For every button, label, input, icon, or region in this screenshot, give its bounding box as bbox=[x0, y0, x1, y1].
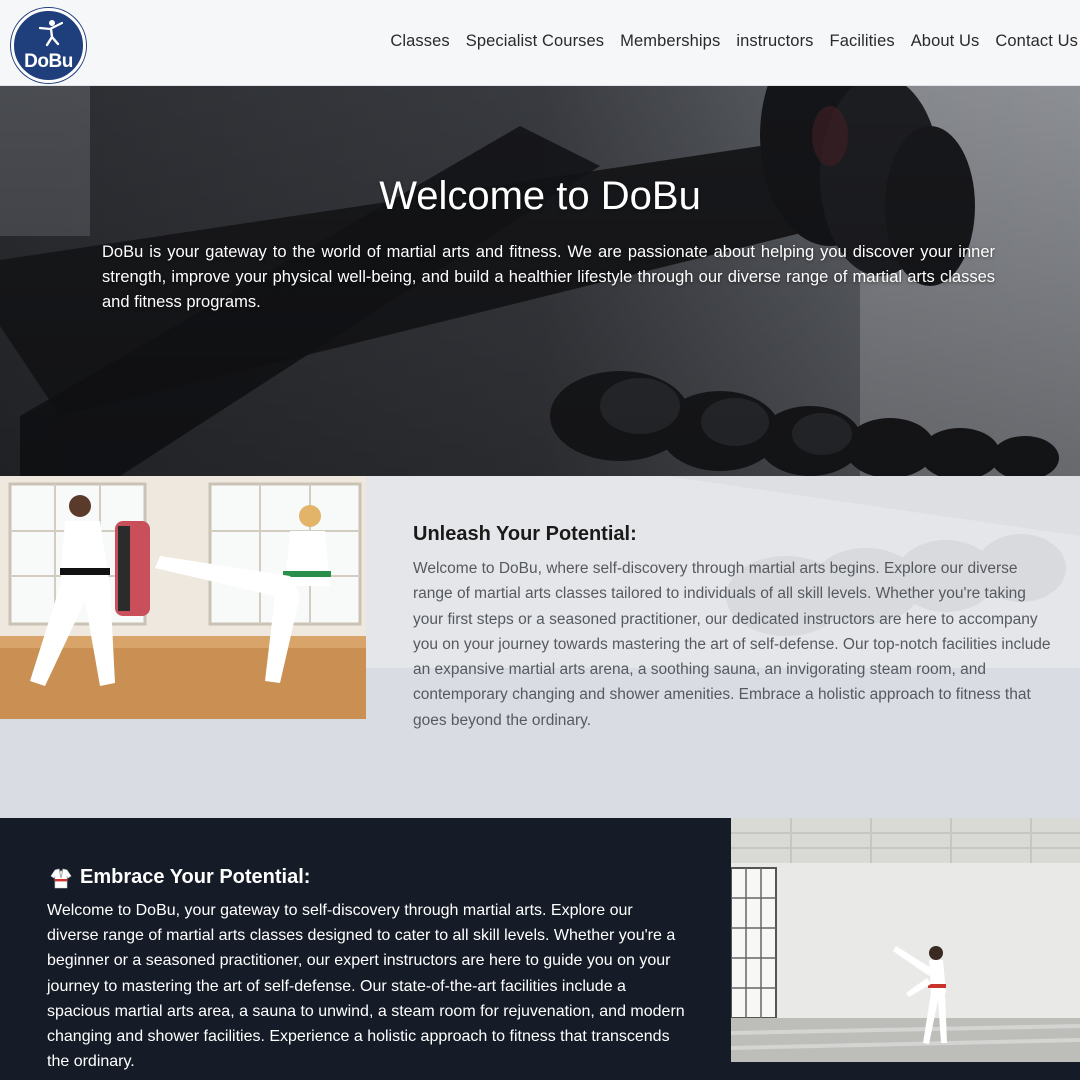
unleash-potential-title: Unleash Your Potential: bbox=[413, 523, 637, 545]
nav-contact-us[interactable]: Contact Us bbox=[995, 32, 1078, 51]
sparring-photo bbox=[0, 476, 366, 719]
nav-instructors[interactable]: instructors bbox=[736, 32, 813, 51]
hero-description: DoBu is your gateway to the world of mar… bbox=[102, 243, 995, 311]
hero-title: Welcome to DoBu bbox=[379, 174, 701, 218]
nav-about-us[interactable]: About Us bbox=[911, 32, 980, 51]
nav-classes[interactable]: Classes bbox=[390, 32, 449, 51]
nav-specialist-courses[interactable]: Specialist Courses bbox=[466, 32, 604, 51]
main-nav: Classes Specialist Courses Memberships i… bbox=[390, 32, 1078, 51]
site-header: DoBu Classes Specialist Courses Membersh… bbox=[0, 0, 1080, 86]
martial-arts-uniform-icon bbox=[50, 868, 72, 888]
embrace-potential-heading: Embrace Your Potential: bbox=[50, 866, 310, 889]
nav-facilities[interactable]: Facilities bbox=[830, 32, 895, 51]
martial-artist-icon bbox=[39, 20, 63, 47]
karate-kick-photo bbox=[731, 818, 1080, 1062]
hero-section: Welcome to DoBu DoBu is your gateway to … bbox=[0, 86, 1080, 476]
logo-text: DoBu bbox=[24, 51, 73, 72]
nav-memberships[interactable]: Memberships bbox=[620, 32, 720, 51]
unleash-potential-section: Unleash Your Potential: Welcome to DoBu,… bbox=[0, 476, 1080, 818]
embrace-potential-section: Embrace Your Potential: Welcome to DoBu,… bbox=[0, 818, 1080, 1080]
unleash-potential-text: Welcome to DoBu, where self-discovery th… bbox=[413, 560, 1051, 729]
dobu-logo[interactable]: DoBu bbox=[11, 8, 86, 83]
embrace-potential-text: Welcome to DoBu, your gateway to self-di… bbox=[47, 902, 685, 1071]
embrace-potential-title: Embrace Your Potential: bbox=[80, 866, 311, 888]
